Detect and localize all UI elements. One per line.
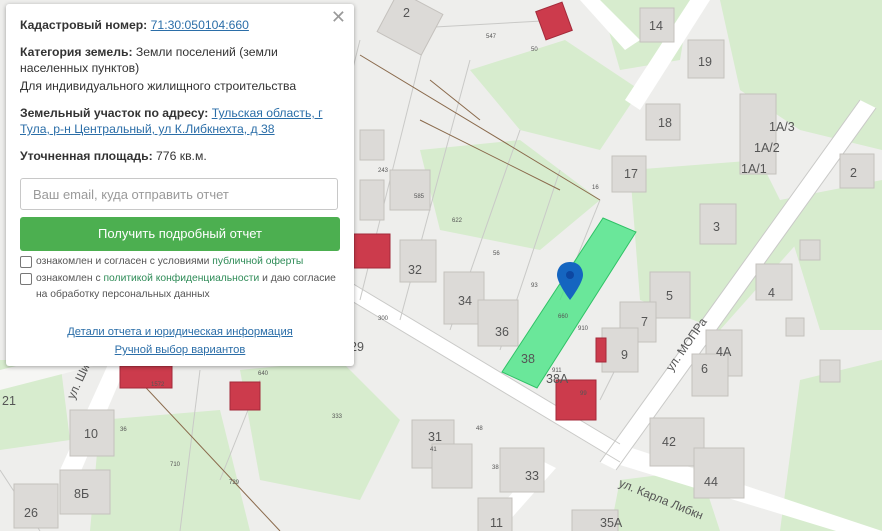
- parcel-label: 640: [258, 371, 269, 377]
- parcel-label: 1572: [151, 382, 165, 388]
- house-number: 8Б: [74, 487, 89, 501]
- area-value: 776 кв.м.: [156, 149, 207, 163]
- parcel-label: 48: [476, 426, 483, 432]
- house-number: 36: [495, 325, 509, 339]
- privacy-policy-link[interactable]: политикой конфиденциальности: [103, 273, 259, 284]
- house-number: 26: [24, 506, 38, 520]
- parcel-label: 36: [120, 427, 127, 433]
- house-number: 9: [621, 348, 628, 362]
- house-number: 18: [658, 116, 672, 130]
- house-number: 3: [713, 220, 720, 234]
- offer-consent-prefix: ознакомлен и согласен с условиями: [36, 256, 210, 267]
- house-number: 1А/2: [754, 141, 780, 155]
- house-number: 31: [428, 430, 442, 444]
- parcel-info-panel: ✕ Кадастровый номер: 71:30:050104:660 Ка…: [6, 4, 354, 366]
- category-row: Категория земель: Земли поселений (земли…: [20, 44, 340, 76]
- area-label: Уточненная площадь:: [20, 149, 153, 163]
- house-number: 5: [666, 289, 673, 303]
- parcel-label: 729: [229, 480, 240, 486]
- parcel-label: 660: [558, 314, 569, 320]
- offer-consent-checkbox[interactable]: [20, 256, 32, 268]
- parcel-label: 333: [332, 414, 343, 420]
- green-area: [470, 40, 640, 150]
- house-number: 35А: [600, 516, 623, 530]
- house-number: 34: [458, 294, 472, 308]
- parcel-label: 547: [486, 34, 497, 40]
- parcel-label: 710: [170, 462, 181, 468]
- area-row: Уточненная площадь: 776 кв.м.: [20, 148, 340, 164]
- address-label: Земельный участок по адресу:: [20, 106, 209, 120]
- privacy-consent-checkbox[interactable]: [20, 273, 32, 285]
- manual-selection-link[interactable]: Ручной выбор вариантов: [6, 344, 354, 356]
- house-number: 17: [624, 167, 638, 181]
- parcel-label: 56: [493, 251, 500, 257]
- offer-link[interactable]: публичной оферты: [212, 256, 303, 267]
- parcel-label: 38: [492, 465, 499, 471]
- house-number: 14: [649, 19, 663, 33]
- usage-value: Для индивидуального жилищного строительс…: [20, 79, 297, 93]
- house-number: 4: [768, 286, 775, 300]
- green-area: [240, 360, 400, 500]
- house-number: 21: [2, 394, 16, 408]
- category-label: Категория земель:: [20, 45, 133, 59]
- parcel-label: 911: [552, 368, 562, 374]
- parcel-label: 910: [578, 326, 589, 332]
- house-number: 19: [698, 55, 712, 69]
- house-number: 1А/3: [769, 120, 795, 134]
- house-number: 1А/1: [741, 162, 767, 176]
- house-number: 2: [403, 6, 410, 20]
- house-number: 38: [521, 352, 535, 366]
- house-number: 6: [701, 362, 708, 376]
- house-number: 2: [850, 166, 857, 180]
- house-number: 38А: [546, 372, 569, 386]
- parcel-label: 585: [414, 194, 425, 200]
- parcel-label: 300: [378, 316, 389, 322]
- cadastral-number-link[interactable]: 71:30:050104:660: [151, 18, 249, 32]
- privacy-consent-text: ознакомлен с политикой конфиденциальност…: [36, 271, 340, 303]
- green-area: [420, 140, 600, 250]
- parcel-label: 50: [531, 47, 538, 53]
- cadastral-row: Кадастровый номер: 71:30:050104:660: [20, 17, 340, 33]
- offer-consent-text: ознакомлен и согласен с условиями публич…: [36, 254, 340, 270]
- house-number: 7: [641, 315, 648, 329]
- privacy-consent-prefix: ознакомлен с: [36, 273, 101, 284]
- parcel-label: 99: [580, 391, 587, 397]
- house-number: 4А: [716, 345, 732, 359]
- email-input[interactable]: [20, 178, 338, 210]
- house-number: 44: [704, 475, 718, 489]
- house-number: 10: [84, 427, 98, 441]
- parcel-label: 243: [378, 168, 389, 174]
- house-number: 11: [490, 516, 503, 530]
- parcel-label: 93: [531, 283, 538, 289]
- house-number: 42: [662, 435, 676, 449]
- house-number: 33: [525, 469, 539, 483]
- parcel-label: 41: [430, 447, 437, 453]
- parcel-label: 622: [452, 218, 463, 224]
- get-report-button[interactable]: Получить подробный отчет: [20, 217, 340, 251]
- location-pin-dot: [566, 271, 574, 279]
- house-number: 32: [408, 263, 422, 277]
- address-row: Земельный участок по адресу: Тульская об…: [20, 105, 340, 137]
- report-details-link[interactable]: Детали отчета и юридическая информация: [6, 326, 354, 338]
- cadastral-label: Кадастровый номер:: [20, 18, 148, 32]
- parcel-label: 16: [592, 185, 599, 191]
